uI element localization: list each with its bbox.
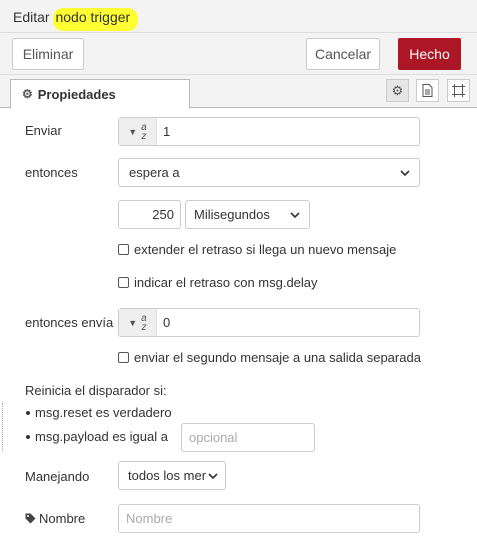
- checkbox-box[interactable]: [118, 244, 129, 255]
- reset-rule-1: msg.reset es verdadero: [26, 405, 172, 420]
- reset-payload-placeholder: opcional: [189, 430, 238, 445]
- cancel-button[interactable]: Cancelar: [306, 38, 380, 70]
- done-button[interactable]: Hecho: [398, 38, 461, 70]
- tag-icon: [25, 513, 36, 524]
- extend-delay-checkbox[interactable]: extender el retraso si llega un nuevo me…: [118, 242, 396, 257]
- checkbox-box[interactable]: [118, 352, 129, 363]
- reset-label: Reinicia el disparador si:: [25, 383, 167, 398]
- delay-value: 250: [152, 207, 174, 222]
- tab-properties[interactable]: ⚙ Propiedades: [10, 79, 190, 109]
- delay-unit-select[interactable]: Milisegundos: [185, 200, 310, 229]
- frame-icon: [452, 84, 465, 97]
- type-selector[interactable]: ▼ az: [119, 309, 157, 336]
- reset-payload-input[interactable]: opcional: [181, 423, 315, 452]
- then-select[interactable]: espera a: [118, 158, 420, 187]
- chevron-down-icon: [290, 211, 300, 218]
- checkbox-box[interactable]: [118, 277, 129, 288]
- string-type-icon: az: [141, 312, 147, 333]
- caret-down-icon: ▼: [128, 317, 138, 328]
- extend-delay-label: extender el retraso si llega un nuevo me…: [134, 242, 397, 257]
- gear-icon: ⚙: [391, 82, 404, 98]
- description-tab-icon[interactable]: [416, 79, 439, 102]
- chevron-down-icon: [400, 169, 410, 176]
- tabs-bar: ⚙ Propiedades ⚙: [0, 75, 477, 109]
- reset-rule-2: msg.payload es igual a: [26, 429, 168, 444]
- tab-properties-label: Propiedades: [37, 86, 116, 102]
- gear-icon: ⚙: [22, 87, 33, 101]
- editor-titlebar: Editar nodo trigger: [0, 0, 477, 33]
- delay-input[interactable]: 250: [118, 200, 181, 229]
- name-placeholder: Nombre: [126, 511, 173, 526]
- send-typed-input[interactable]: ▼ az 1: [118, 117, 420, 146]
- second-output-label: enviar el segundo mensaje a una salida s…: [134, 350, 421, 365]
- editor-title: Editar nodo trigger: [13, 8, 139, 29]
- settings-tab-icon[interactable]: ⚙: [386, 79, 409, 102]
- resize-handle[interactable]: [2, 403, 4, 451]
- delete-button[interactable]: Eliminar: [12, 38, 84, 70]
- title-node-name: nodo trigger: [53, 8, 139, 29]
- editor-toolbar: Eliminar Cancelar Hecho: [0, 33, 477, 75]
- appearance-tab-icon[interactable]: [447, 79, 470, 102]
- send-value: 1: [163, 124, 171, 139]
- then-send-label: entonces envía: [25, 315, 114, 330]
- title-prefix: Editar: [13, 9, 50, 25]
- then-select-value: espera a: [129, 165, 180, 180]
- name-input[interactable]: Nombre: [118, 504, 420, 533]
- file-text-icon: [422, 84, 433, 97]
- send-label: Enviar: [25, 123, 62, 138]
- override-delay-label: indicar el retraso con msg.delay: [134, 275, 318, 290]
- then-label: entonces: [25, 165, 78, 180]
- chevron-down-icon: [208, 472, 218, 479]
- name-label: Nombre: [39, 511, 86, 526]
- handling-label: Manejando: [25, 469, 90, 484]
- type-selector[interactable]: ▼ az: [119, 118, 157, 145]
- caret-down-icon: ▼: [128, 126, 138, 137]
- handling-select-value: todos los men: [128, 468, 206, 483]
- then-send-value: 0: [163, 315, 171, 330]
- handling-select[interactable]: todos los men: [118, 461, 226, 490]
- delay-unit-value: Milisegundos: [194, 207, 270, 222]
- name-label-row: Nombre: [25, 511, 85, 526]
- second-output-checkbox[interactable]: enviar el segundo mensaje a una salida s…: [118, 350, 421, 365]
- then-send-typed-input[interactable]: ▼ az 0: [118, 308, 420, 337]
- override-delay-checkbox[interactable]: indicar el retraso con msg.delay: [118, 275, 318, 290]
- string-type-icon: az: [141, 121, 147, 142]
